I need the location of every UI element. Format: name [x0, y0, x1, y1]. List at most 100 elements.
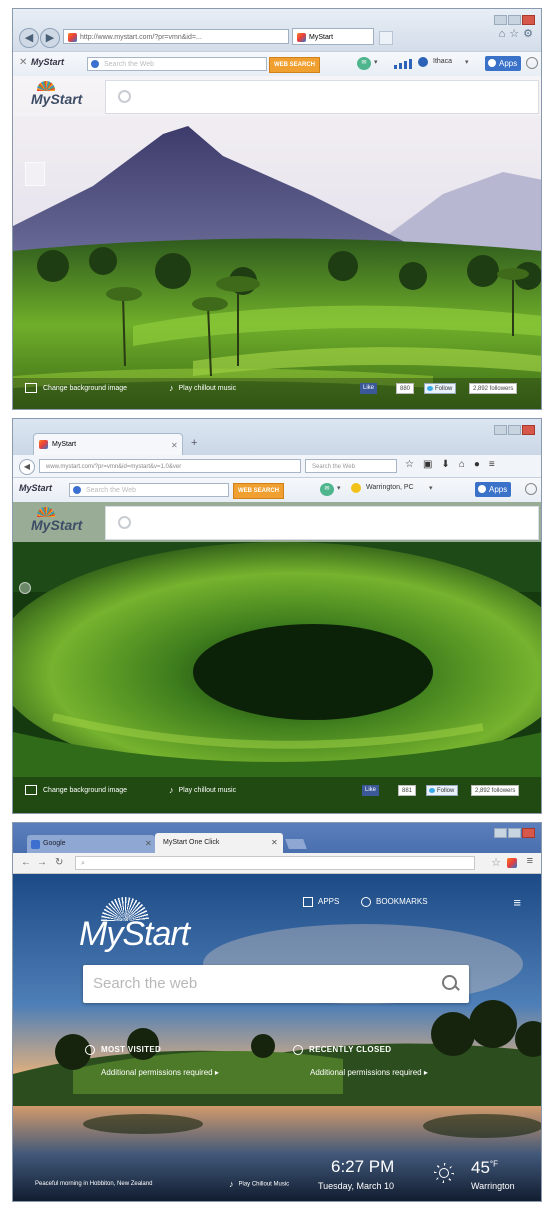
toolbar-search-input[interactable]: Search the Web: [69, 483, 229, 497]
close-tab-icon[interactable]: ✕: [171, 441, 178, 450]
logo-sunburst: [37, 81, 55, 91]
close-tab-icon[interactable]: ✕: [271, 838, 278, 847]
chat-icon[interactable]: ●: [474, 459, 489, 470]
play-music-link[interactable]: ♪ Play chillout music: [169, 383, 236, 393]
address-bar[interactable]: www.mystart.com/?pr=vmn&id=mystart&v=1.0…: [39, 459, 301, 473]
back-button[interactable]: ◀: [19, 459, 35, 475]
close-button[interactable]: [522, 425, 535, 435]
mail-icon[interactable]: ✉: [320, 483, 334, 496]
toolbar-search-input[interactable]: Search the Web: [87, 57, 267, 71]
facebook-like-button[interactable]: Like: [362, 785, 380, 796]
download-icon[interactable]: ⬇: [441, 459, 458, 470]
close-button[interactable]: [522, 828, 535, 838]
clipboard-icon[interactable]: ▣: [423, 459, 441, 470]
apps-link[interactable]: APPS: [303, 897, 339, 907]
close-button[interactable]: [522, 15, 535, 25]
new-tab-button[interactable]: +: [191, 437, 197, 449]
apps-button[interactable]: Apps: [485, 56, 522, 71]
bookmarks-link[interactable]: BOOKMARKS: [361, 897, 428, 907]
back-arrow-icon[interactable]: ←: [21, 857, 31, 868]
logo-text: MyStart: [31, 91, 83, 107]
change-background-link[interactable]: Change background image: [25, 383, 127, 393]
maximize-button[interactable]: [508, 828, 521, 838]
browser-search-box[interactable]: Search the Web: [305, 459, 397, 473]
window-controls: [493, 825, 535, 838]
star-icon[interactable]: ☆: [405, 459, 423, 470]
minimize-button[interactable]: [494, 15, 507, 25]
main-search-input[interactable]: [105, 506, 539, 540]
tab-mystart-one-click[interactable]: MyStart One Click: [155, 833, 283, 853]
settings-icon[interactable]: [526, 57, 538, 69]
settings-icon[interactable]: [525, 483, 537, 495]
most-visited-header[interactable]: MOST VISITED: [85, 1045, 161, 1055]
bookmark-star-icon[interactable]: ☆: [491, 856, 501, 869]
mystart-logo[interactable]: MyStart: [31, 81, 91, 111]
main-search-input[interactable]: [105, 80, 539, 114]
mystart-toolbar: MyStart Search the Web WEB SEARCH ✉ ▾ Wa…: [13, 477, 541, 503]
omnibox[interactable]: ⌕: [75, 856, 475, 870]
side-panel-tab[interactable]: [25, 162, 45, 186]
search-placeholder: Search the web: [93, 975, 198, 992]
mystart-logo[interactable]: MyStart: [31, 507, 91, 537]
weather-location[interactable]: Warrington, PC: [366, 484, 414, 491]
facebook-like-count: 881: [398, 785, 417, 796]
ie-tool-icons: ⌂☆⚙: [499, 27, 537, 40]
play-music-link[interactable]: ♪ Play chillout music: [169, 785, 236, 795]
new-tab-button[interactable]: [379, 31, 393, 45]
logo-text: MyStart: [79, 915, 190, 953]
web-search-button[interactable]: WEB SEARCH: [269, 57, 321, 73]
mystart-tab-icon: [297, 33, 306, 42]
chevron-down-icon[interactable]: ▾: [337, 484, 341, 492]
menu-icon[interactable]: ≡: [489, 459, 504, 470]
forward-button[interactable]: ▶: [40, 28, 60, 48]
search-input[interactable]: Search the web: [83, 965, 469, 1003]
play-music-link[interactable]: ♪ Play Chillout Music: [229, 1179, 289, 1189]
change-background-link[interactable]: Change background image: [25, 785, 127, 795]
favorites-star-icon[interactable]: ☆: [509, 28, 523, 40]
apps-button[interactable]: Apps: [475, 482, 512, 497]
tab-mystart[interactable]: MyStart: [33, 433, 183, 455]
maximize-button[interactable]: [508, 15, 521, 25]
twitter-follow-button[interactable]: Follow: [424, 383, 457, 394]
chrome-menu-icon[interactable]: ≡: [527, 855, 533, 867]
gear-icon[interactable]: ⚙: [523, 28, 537, 40]
new-tab-button[interactable]: [285, 839, 307, 849]
weather-icon[interactable]: [418, 57, 428, 67]
mail-icon[interactable]: ✉: [357, 57, 371, 70]
reload-icon[interactable]: ↻: [55, 857, 63, 868]
forward-arrow-icon[interactable]: →: [37, 857, 47, 868]
tab-google[interactable]: Google: [27, 835, 155, 853]
mystart-logo[interactable]: MyStart: [79, 897, 229, 957]
search-icon[interactable]: [442, 975, 457, 990]
address-text: http://www.mystart.com/?pr=vmn&id=...: [80, 34, 202, 41]
chevron-down-icon[interactable]: ▾: [374, 58, 378, 66]
info-icon[interactable]: [19, 582, 31, 594]
most-visited-permissions-link[interactable]: Additional permissions required ▸: [101, 1068, 219, 1077]
tab-mystart[interactable]: MyStart: [292, 28, 374, 45]
chevron-down-icon[interactable]: ▾: [465, 58, 469, 66]
back-button[interactable]: ◀: [19, 28, 39, 48]
chevron-down-icon[interactable]: ▾: [429, 484, 433, 492]
recently-closed-permissions-link[interactable]: Additional permissions required ▸: [310, 1068, 428, 1077]
web-search-button[interactable]: WEB SEARCH: [233, 483, 285, 499]
weather-icon[interactable]: [351, 483, 361, 493]
weather-city: Warrington: [471, 1181, 515, 1191]
maximize-button[interactable]: [508, 425, 521, 435]
change-background-label: Change background image: [43, 384, 128, 392]
weather-location[interactable]: Ithaca: [433, 58, 452, 65]
facebook-like-button[interactable]: Like: [360, 383, 378, 394]
toolbar-logo: MyStart: [19, 483, 53, 493]
hamburger-menu-icon[interactable]: ≡: [513, 895, 521, 910]
close-toolbar-icon[interactable]: ✕: [19, 57, 27, 68]
close-tab-icon[interactable]: ✕: [145, 839, 152, 848]
mystart-extension-icon[interactable]: [507, 858, 517, 868]
background-caption: Peaceful morning in Hobbiton, New Zealan…: [35, 1181, 153, 1187]
twitter-follow-button[interactable]: Follow: [426, 785, 459, 796]
home-icon[interactable]: ⌂: [499, 28, 510, 40]
recently-closed-header[interactable]: RECENTLY CLOSED: [293, 1045, 391, 1055]
minimize-button[interactable]: [494, 425, 507, 435]
google-tab-icon: [31, 840, 40, 849]
home-icon[interactable]: ⌂: [459, 459, 474, 470]
minimize-button[interactable]: [494, 828, 507, 838]
address-bar[interactable]: http://www.mystart.com/?pr=vmn&id=...: [63, 29, 289, 44]
